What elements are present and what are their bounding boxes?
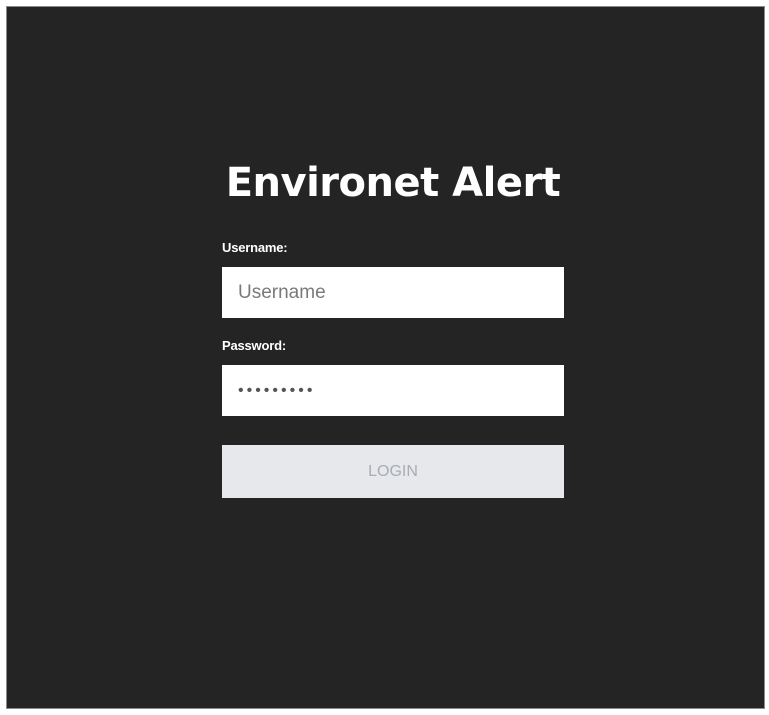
username-input[interactable] (222, 267, 564, 318)
login-button[interactable]: LOGIN (222, 445, 564, 498)
password-label: Password: (222, 338, 286, 353)
password-input[interactable] (222, 365, 564, 416)
login-form: Environet Alert Username: Password: LOGI… (222, 157, 564, 498)
app-title: Environet Alert (225, 160, 561, 206)
login-window: Environet Alert Username: Password: LOGI… (6, 6, 765, 709)
username-label: Username: (222, 240, 288, 255)
